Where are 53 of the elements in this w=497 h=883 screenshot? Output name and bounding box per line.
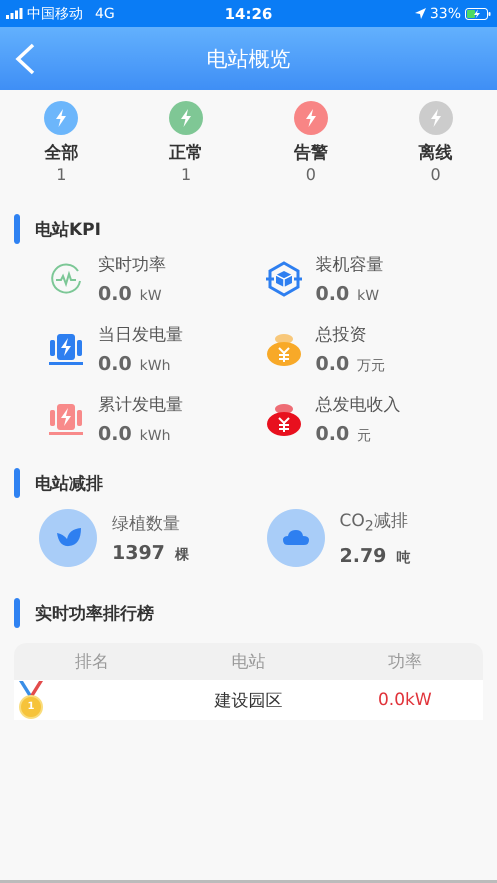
emission-value: 2.79: [340, 544, 386, 567]
kpi-label: 总发电收入: [316, 394, 400, 417]
status-label: 离线: [418, 142, 453, 164]
section-marker: [14, 214, 20, 244]
kpi-value: 0.0: [316, 283, 350, 305]
emission-label: CO$_{2}$减排: [340, 510, 409, 537]
status-label: 正常: [169, 142, 204, 164]
section-title: 实时功率排行榜: [35, 602, 154, 624]
status-count: 1: [56, 164, 66, 186]
column-header: 功率: [386, 651, 423, 673]
kpi-label: 累计发电量: [98, 394, 183, 417]
status-label: 告警: [294, 142, 328, 164]
status-count: 0: [430, 164, 441, 186]
emission-value: 1397: [112, 542, 165, 564]
cloud-icon: [266, 509, 324, 567]
power-value: 0.0kW: [376, 690, 433, 710]
kpi-value: 0.0: [98, 353, 132, 375]
clock-time: 14:26: [224, 4, 272, 22]
section-marker: [14, 598, 20, 628]
kpi-value: 0.0: [316, 423, 350, 445]
kpi-unit: kWh: [140, 358, 170, 374]
emission-label: 绿植数量: [112, 513, 181, 536]
kpi-value: 0.0: [98, 283, 132, 305]
column-header: 电站: [230, 651, 266, 673]
emission-unit: 棵: [174, 546, 189, 564]
status-count: 0: [306, 164, 316, 186]
kpi-unit: kW: [357, 288, 380, 304]
kpi-unit: 元: [357, 427, 372, 445]
location-icon: [414, 8, 426, 19]
kpi-unit: kWh: [140, 428, 170, 444]
kpi-label: 装机容量: [316, 254, 384, 277]
section-title: 电站减排: [35, 472, 103, 494]
section-title: 电站KPI: [35, 218, 101, 240]
column-header: 排名: [74, 651, 110, 673]
status-count: 1: [181, 164, 192, 186]
kpi-value: 0.0: [316, 353, 350, 375]
emission-unit: 吨: [396, 548, 410, 567]
status-label: 全部: [44, 142, 78, 164]
signal-icon: [6, 8, 23, 19]
kpi-label: 当日发电量: [98, 324, 183, 347]
kpi-unit: kW: [140, 288, 162, 304]
station-name: 建设园区: [213, 690, 284, 712]
carrier-name: 中国移动: [27, 4, 83, 22]
kpi-label: 总投资: [316, 324, 368, 347]
battery-icon: [465, 8, 491, 20]
kpi-label: 实时功率: [98, 254, 166, 277]
section-marker: [14, 468, 20, 498]
kpi-value: 0.0: [98, 423, 132, 445]
battery-percent: 33%: [430, 6, 461, 22]
network-type: 4G: [95, 6, 115, 22]
page-title: 电站概览: [206, 46, 290, 72]
leaf-icon: [39, 509, 97, 567]
kpi-unit: 万元: [357, 357, 386, 375]
